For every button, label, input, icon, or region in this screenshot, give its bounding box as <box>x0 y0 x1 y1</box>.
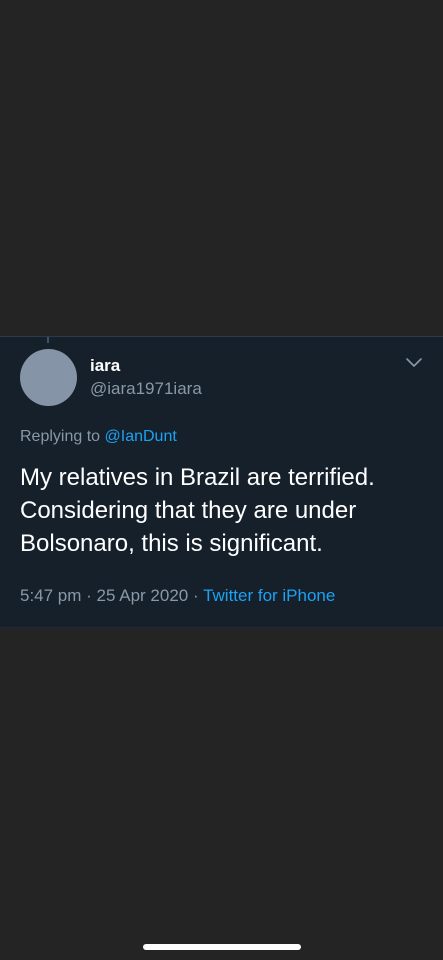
tweet-card[interactable]: iara @iara1971iara Replying to @IanDunt … <box>0 336 443 628</box>
thread-line <box>47 337 49 343</box>
screen: iara @iara1971iara Replying to @IanDunt … <box>0 0 443 960</box>
home-indicator[interactable] <box>143 944 301 950</box>
replying-to: Replying to @IanDunt <box>20 427 177 447</box>
replying-to-mention[interactable]: @IanDunt <box>105 428 177 445</box>
chevron-down-icon[interactable] <box>405 357 423 369</box>
tweet-source[interactable]: Twitter for iPhone <box>203 586 335 605</box>
display-name[interactable]: iara <box>90 356 120 376</box>
replying-to-label: Replying to <box>20 428 105 445</box>
tweet-meta: 5:47 pm · 25 Apr 2020 · Twitter for iPho… <box>20 586 335 606</box>
tweet-text-line: My relatives in Brazil are terrified. <box>20 464 375 491</box>
avatar[interactable] <box>20 349 77 406</box>
tweet-time: 5:47 pm <box>20 586 82 605</box>
user-handle[interactable]: @iara1971iara <box>90 379 202 399</box>
tweet-date: 25 Apr 2020 <box>96 586 189 605</box>
tweet-text: My relatives in Brazil are terrified. Co… <box>20 461 430 560</box>
tweet-text-line: Considering that they are under <box>20 497 357 524</box>
meta-separator: · <box>188 586 204 605</box>
tweet-text-line: Bolsonaro, this is significant. <box>20 530 323 557</box>
meta-separator: · <box>81 586 97 605</box>
